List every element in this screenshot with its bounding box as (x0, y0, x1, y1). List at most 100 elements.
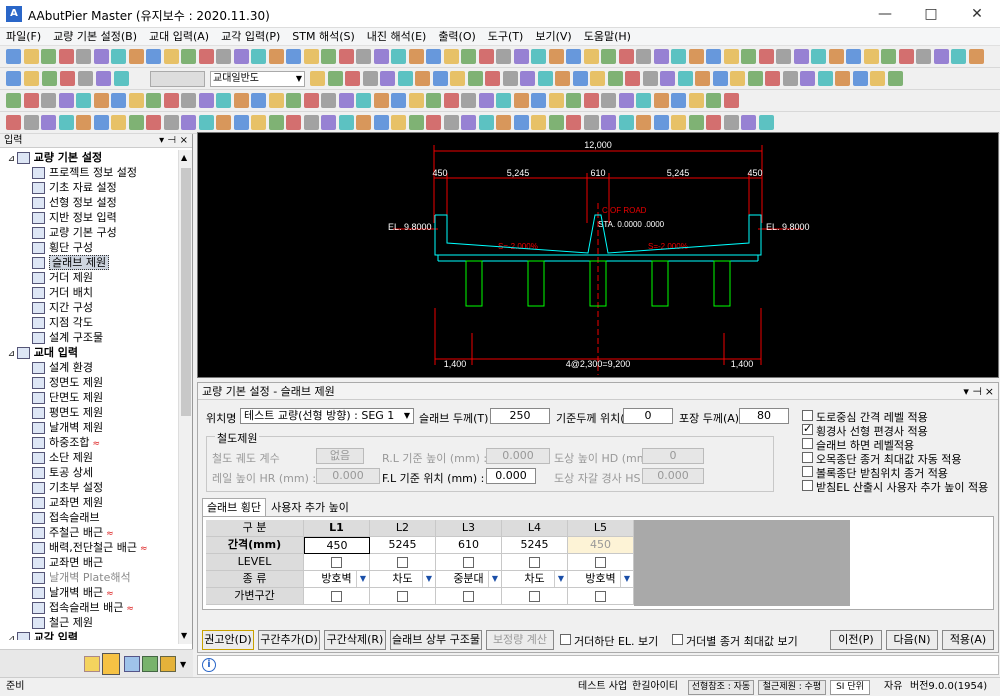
toolbar-tool-icon[interactable] (321, 115, 336, 130)
grid-type-l2[interactable]: 차도 ▼ (370, 571, 436, 588)
toolbar-tool-icon[interactable] (828, 49, 844, 64)
toolbar-tool-icon[interactable] (303, 93, 319, 108)
toolbar-tool-icon[interactable] (555, 71, 570, 86)
grid-level-l5[interactable] (568, 554, 634, 571)
toolbar-tool-icon[interactable] (286, 115, 301, 130)
toolbar-tool-icon[interactable] (478, 93, 494, 108)
toolbar-tool-icon[interactable] (356, 49, 371, 64)
toolbar-tool-icon[interactable] (41, 93, 56, 108)
grid-variable-l4[interactable] (502, 588, 568, 605)
layer-combo[interactable]: 교대일반도 ▼ (210, 71, 305, 87)
tab-user-height[interactable]: 사용자 추가 높이 (268, 500, 352, 516)
grid-variable-l3[interactable] (436, 588, 502, 605)
option-checkbox[interactable] (802, 480, 813, 491)
close-icon[interactable]: × (985, 383, 994, 400)
toolbar-tool-icon[interactable] (723, 115, 739, 130)
toolbar-tool-icon[interactable] (76, 93, 91, 108)
toolbar-tool-icon[interactable] (76, 115, 91, 130)
tree-item[interactable]: 지반 정보 입력 (32, 210, 117, 225)
toolbar-tool-icon[interactable] (6, 49, 21, 64)
toolbar-tool-icon[interactable] (373, 49, 389, 64)
toolbar-tool-icon[interactable] (758, 49, 774, 64)
toolbar-tool-icon[interactable] (408, 115, 424, 130)
tree-item[interactable]: 선형 정보 설정 (32, 195, 117, 210)
toolbar-tool-icon[interactable] (607, 71, 623, 86)
toolbar-tool-icon[interactable] (426, 115, 441, 130)
toolbar-tool-icon[interactable] (321, 49, 336, 64)
toolbar-tool-icon[interactable] (41, 49, 56, 64)
tree-item[interactable]: 교좌면 제원 (32, 495, 103, 510)
position-select[interactable]: 테스트 교량(선형 방향) : SEG 1 ▼ (240, 408, 414, 424)
toolbar-tool-icon[interactable] (636, 115, 651, 130)
level-checkbox[interactable] (331, 556, 342, 568)
toolbar-tool-icon[interactable] (671, 115, 686, 130)
toolbar-tool-icon[interactable] (163, 49, 179, 64)
option-checkbox[interactable] (802, 422, 813, 435)
toolbar-tool-icon[interactable] (408, 93, 424, 108)
toolbar-tool-icon[interactable] (636, 93, 651, 108)
toolbar-tool-icon[interactable] (531, 115, 546, 130)
doc-icon[interactable] (124, 656, 140, 672)
status-alignment-ref[interactable]: 선형참조 : 자동 (688, 680, 754, 695)
scroll-thumb[interactable] (181, 168, 191, 416)
toolbar-tool-icon[interactable] (461, 49, 476, 64)
toolbar-tool-icon[interactable] (443, 115, 459, 130)
toolbar-tool-icon[interactable] (198, 115, 214, 130)
toolbar-tool-icon[interactable] (467, 71, 483, 86)
tree-group[interactable]: ⊿ 교량 기본 설정 (8, 150, 102, 165)
tree-item[interactable]: 날개벽 Plate해석 (32, 570, 131, 585)
toolbar-tool-icon[interactable] (303, 115, 319, 130)
toolbar-tool-icon[interactable] (268, 115, 284, 130)
toolbar-tool-icon[interactable] (58, 49, 74, 64)
cad-view[interactable]: 12,000 450 5,245 610 5,245 450 EL. 9.800… (197, 132, 999, 378)
toolbar-tool-icon[interactable] (898, 49, 914, 64)
toolbar-tool-icon[interactable] (887, 71, 903, 86)
toolbar-tool-icon[interactable] (688, 115, 704, 130)
tree-item[interactable]: 배력,전단철근 배근 ≈ (32, 540, 148, 555)
toolbar-tool-icon[interactable] (181, 93, 196, 108)
tree-item[interactable]: 소단 제원 (32, 450, 93, 465)
menu-seismic-analysis[interactable]: 내진 해석(E) (361, 28, 433, 45)
toolbar-tool-icon[interactable] (496, 93, 511, 108)
grid-level-l2[interactable] (370, 554, 436, 571)
rail-coef-select[interactable]: 없음 (316, 448, 364, 464)
toolbar-tool-icon[interactable] (391, 49, 406, 64)
toolbar-tool-icon[interactable] (583, 49, 599, 64)
toolbar-tool-icon[interactable] (42, 71, 57, 86)
hd-height-input[interactable]: 0 (642, 448, 704, 464)
toolbar-tool-icon[interactable] (800, 71, 815, 86)
menu-view[interactable]: 보기(V) (529, 28, 577, 45)
toolbar-tool-icon[interactable] (163, 115, 179, 130)
toolbar-tool-icon[interactable] (502, 71, 518, 86)
toolbar-tool-icon[interactable] (625, 71, 640, 86)
fl-position-input[interactable]: 0.000 (486, 468, 536, 484)
toolbar-tool-icon[interactable] (916, 49, 931, 64)
tree-item[interactable]: 단면도 제원 (32, 390, 103, 405)
status-rebar-spec[interactable]: 철근제원 : 수평 (758, 680, 826, 695)
grid-type-l5[interactable]: 방호벽 ▼ (568, 571, 634, 588)
toolbar-tool-icon[interactable] (520, 71, 535, 86)
toolbar-tool-icon[interactable] (817, 71, 833, 86)
toolbar-tool-icon[interactable] (513, 93, 529, 108)
toolbar-tool-icon[interactable] (531, 49, 546, 64)
toolbar-tool-icon[interactable] (951, 49, 966, 64)
toolbar-tool-icon[interactable] (730, 71, 745, 86)
grid-interval-l3[interactable]: 610 (436, 537, 502, 554)
toolbar-tool-icon[interactable] (601, 115, 616, 130)
toolbar-tool-icon[interactable] (461, 93, 476, 108)
grid-type-l4[interactable]: 차도 ▼ (502, 571, 568, 588)
toolbar-tool-icon[interactable] (478, 49, 494, 64)
toolbar-tool-icon[interactable] (181, 115, 196, 130)
tree-item[interactable]: 교좌면 배근 (32, 555, 103, 570)
toolbar-tool-icon[interactable] (618, 115, 634, 130)
variable-checkbox[interactable] (397, 590, 408, 602)
menu-file[interactable]: 파일(F) (0, 28, 47, 45)
toolbar-tool-icon[interactable] (286, 93, 301, 108)
toolbar-tool-icon[interactable] (163, 93, 179, 108)
toolbar-tool-icon[interactable] (216, 93, 231, 108)
menu-tools[interactable]: 도구(T) (482, 28, 530, 45)
chart-icon[interactable] (142, 656, 158, 672)
upper-structure-button[interactable]: 슬래브 상부 구조물 (390, 630, 482, 650)
maximize-button[interactable]: □ (908, 0, 954, 28)
toolbar-tool-icon[interactable] (251, 49, 266, 64)
